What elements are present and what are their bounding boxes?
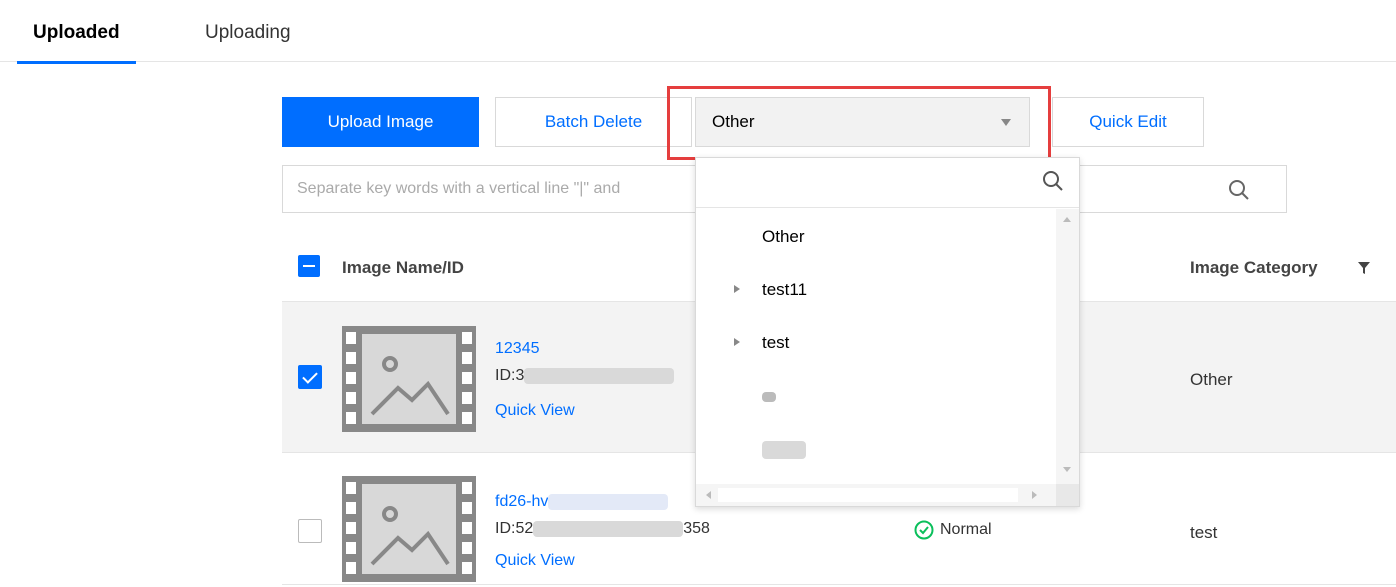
- redacted-text: [533, 520, 684, 537]
- scroll-right-icon[interactable]: [1032, 491, 1037, 499]
- scroll-down-icon[interactable]: [1063, 467, 1071, 472]
- scroll-left-icon[interactable]: [706, 491, 711, 499]
- redacted-text: [762, 392, 776, 402]
- horizontal-scrollbar[interactable]: [696, 484, 1056, 506]
- redacted-text: [548, 493, 669, 510]
- check-circle-icon: [914, 520, 934, 540]
- redacted-text: [524, 367, 675, 384]
- dropdown-search: [696, 158, 1079, 208]
- status-text: Normal: [940, 521, 992, 538]
- category-dropdown: Other test11 test: [695, 157, 1080, 507]
- image-id-suffix: 358: [683, 520, 710, 537]
- image-id: ID:3: [495, 367, 675, 385]
- image-id-prefix: ID:3: [495, 367, 525, 384]
- quick-view-link[interactable]: Quick View: [495, 402, 575, 420]
- upload-image-button[interactable]: Upload Image: [282, 97, 479, 147]
- batch-delete-button[interactable]: Batch Delete: [495, 97, 692, 147]
- select-all-checkbox[interactable]: [298, 255, 320, 277]
- dropdown-item-label: test11: [762, 280, 808, 299]
- filter-icon[interactable]: [1358, 261, 1370, 279]
- status-badge: Normal: [914, 520, 992, 540]
- scrollbar-corner: [1056, 484, 1079, 506]
- dropdown-list: Other test11 test: [696, 209, 1056, 484]
- tab-uploaded[interactable]: Uploaded: [17, 22, 136, 64]
- scrollbar-thumb[interactable]: [718, 488, 1018, 502]
- dropdown-item-redacted[interactable]: [696, 368, 1056, 421]
- image-id: ID:52 358: [495, 520, 710, 538]
- quick-edit-button[interactable]: Quick Edit: [1052, 97, 1204, 147]
- dropdown-item-label: test: [762, 333, 790, 352]
- dropdown-search-input[interactable]: [696, 158, 1026, 206]
- image-name-link[interactable]: 12345: [495, 340, 540, 358]
- vertical-scrollbar[interactable]: [1056, 209, 1079, 484]
- redacted-text: [762, 441, 806, 459]
- image-category: Other: [1190, 370, 1233, 389]
- category-select[interactable]: Other: [695, 97, 1030, 147]
- image-category: test: [1190, 523, 1218, 542]
- tab-bar: Uploaded Uploading: [0, 0, 1396, 64]
- image-thumbnail: [342, 326, 476, 437]
- dropdown-item-test[interactable]: test: [696, 315, 1056, 368]
- expand-arrow-icon[interactable]: [734, 338, 740, 346]
- search-icon[interactable]: [1228, 179, 1250, 206]
- chevron-down-icon: [1001, 119, 1011, 126]
- expand-arrow-icon[interactable]: [734, 285, 740, 293]
- row-checkbox[interactable]: [298, 365, 322, 389]
- category-select-value: Other: [712, 112, 755, 131]
- dropdown-item-redacted[interactable]: [696, 421, 1056, 474]
- image-thumbnail: [342, 476, 476, 587]
- tab-uploading[interactable]: Uploading: [205, 22, 291, 62]
- search-icon[interactable]: [1042, 170, 1064, 197]
- image-id-prefix: ID:52: [495, 520, 534, 537]
- column-header-name: Image Name/ID: [342, 258, 464, 277]
- image-name-text: fd26-hv: [495, 493, 549, 510]
- dropdown-item-label: Other: [762, 227, 805, 246]
- scroll-up-icon[interactable]: [1063, 217, 1071, 222]
- dropdown-item-test11[interactable]: test11: [696, 262, 1056, 315]
- image-name-link[interactable]: fd26-hv: [495, 493, 669, 511]
- dropdown-item-other[interactable]: Other: [696, 209, 1056, 262]
- column-header-category: Image Category: [1190, 258, 1318, 277]
- row-checkbox[interactable]: [298, 519, 322, 543]
- quick-view-link[interactable]: Quick View: [495, 552, 575, 570]
